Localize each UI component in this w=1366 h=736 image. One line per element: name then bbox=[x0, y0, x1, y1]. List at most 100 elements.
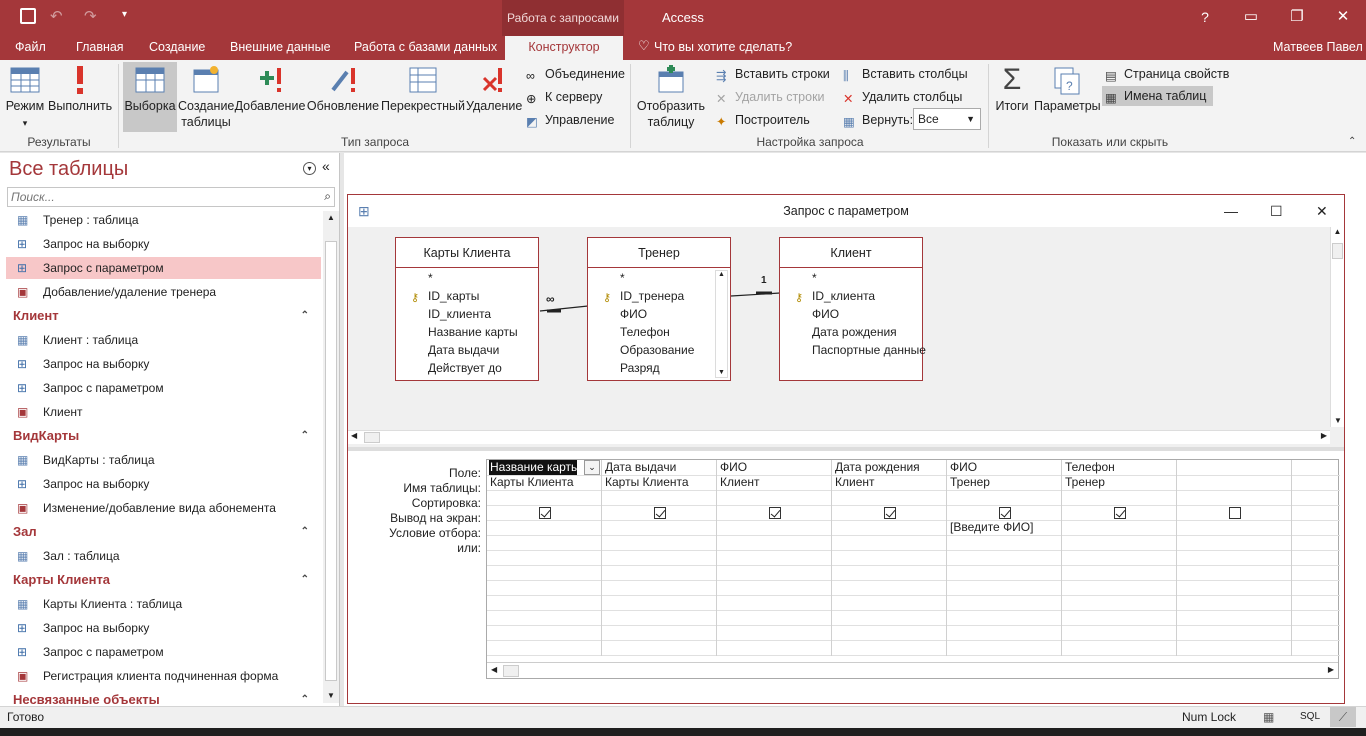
show-checkbox[interactable] bbox=[1114, 507, 1126, 519]
grid-criteria-cell[interactable] bbox=[602, 520, 717, 535]
pass-through-button[interactable]: ⊕ К серверу bbox=[526, 87, 602, 107]
show-checkbox[interactable] bbox=[999, 507, 1011, 519]
field-list-item[interactable]: * bbox=[588, 269, 730, 287]
field-list-item[interactable]: Образование bbox=[588, 341, 730, 359]
grid-or-cell[interactable] bbox=[1062, 535, 1177, 550]
grid-sort-cell[interactable] bbox=[1177, 490, 1292, 505]
collapse-group-icon[interactable]: ⌃ bbox=[301, 425, 309, 447]
scroll-up-icon[interactable]: ▲ bbox=[716, 271, 727, 278]
ribbon-display-icon[interactable]: ▭ bbox=[1228, 0, 1274, 36]
grid-table-cell[interactable]: Карты Клиента bbox=[487, 475, 602, 490]
grid-table-cell[interactable]: Тренер bbox=[1062, 475, 1177, 490]
field-list-item[interactable]: Паспортные данные bbox=[780, 341, 926, 359]
nav-group-header[interactable]: Клиент ⌃ bbox=[6, 305, 321, 327]
nav-title[interactable]: Все таблицы bbox=[9, 158, 128, 181]
field-list-item[interactable]: Действует до bbox=[396, 359, 538, 377]
field-list-item[interactable]: Телефон bbox=[588, 323, 730, 341]
datasheet-view-status-icon[interactable]: ▦ bbox=[1263, 707, 1274, 727]
grid-sort-cell[interactable] bbox=[832, 490, 947, 505]
show-checkbox[interactable] bbox=[539, 507, 551, 519]
nav-scrollbar[interactable]: ▲ ▼ bbox=[323, 211, 339, 703]
nav-item-table[interactable]: ▦ ВидКарты : таблица bbox=[6, 449, 321, 471]
sql-view-button[interactable]: SQL bbox=[1300, 707, 1320, 727]
scroll-right-icon[interactable]: ▶ bbox=[1328, 665, 1334, 674]
grid-sort-cell[interactable] bbox=[717, 490, 832, 505]
scroll-down-icon[interactable]: ▼ bbox=[323, 689, 339, 703]
maximize-icon[interactable]: ☐ bbox=[1270, 195, 1283, 227]
grid-field-cell[interactable]: Дата рождения bbox=[832, 460, 947, 475]
help-button[interactable]: ? bbox=[1182, 0, 1228, 36]
field-list-item[interactable]: ФИО bbox=[588, 305, 730, 323]
nav-item-query[interactable]: ⊞ Запрос на выборку bbox=[6, 353, 321, 375]
nav-item-query[interactable]: ⊞ Запрос на выборку bbox=[6, 233, 321, 255]
nav-item-form[interactable]: ▣ Регистрация клиента подчиненная форма bbox=[6, 665, 321, 687]
view-mode-button[interactable]: Режим ▾ bbox=[4, 64, 46, 132]
field-list-title[interactable]: Тренер bbox=[588, 238, 730, 268]
nav-item-form[interactable]: ▣ Добавление/удаление тренера bbox=[6, 281, 321, 303]
close-window-icon[interactable]: ✕ bbox=[1316, 195, 1328, 227]
grid-or-cell[interactable] bbox=[1177, 535, 1292, 550]
diagram-hscroll[interactable]: ◀ ▶ bbox=[348, 430, 1330, 444]
grid-or-cell[interactable] bbox=[717, 535, 832, 550]
field-list-title[interactable]: Клиент bbox=[780, 238, 922, 268]
grid-or-cell[interactable] bbox=[832, 535, 947, 550]
property-sheet-button[interactable]: ▤ Страница свойств bbox=[1105, 64, 1229, 84]
append-button[interactable]: Добавление bbox=[234, 64, 306, 132]
nav-item-query[interactable]: ⊞ Запрос с параметром bbox=[6, 377, 321, 399]
show-checkbox[interactable] bbox=[654, 507, 666, 519]
grid-field-cell[interactable]: ФИО bbox=[717, 460, 832, 475]
tab-file[interactable]: Файл bbox=[9, 36, 52, 60]
field-list-item[interactable]: ⚷ ID_клиента bbox=[780, 287, 922, 305]
redo-icon[interactable]: ↷ bbox=[84, 7, 97, 25]
nav-menu-icon[interactable]: ▾ bbox=[303, 162, 316, 175]
field-list-item[interactable]: ФИО bbox=[780, 305, 922, 323]
show-checkbox[interactable] bbox=[1229, 507, 1241, 519]
field-list-item[interactable]: ⚷ ID_карты bbox=[396, 287, 538, 305]
field-list-item[interactable]: * bbox=[780, 269, 922, 287]
data-definition-button[interactable]: ◩ Управление bbox=[526, 110, 615, 130]
grid-or-cell[interactable] bbox=[602, 535, 717, 550]
nav-item-query[interactable]: ⊞ Запрос с параметром bbox=[6, 641, 321, 663]
field-list-item[interactable]: ⚷ ID_тренера bbox=[588, 287, 730, 305]
grid-field-cell[interactable]: Дата выдачи bbox=[602, 460, 717, 475]
crosstab-button[interactable]: Перекрестный bbox=[380, 64, 466, 132]
grid-sort-cell[interactable] bbox=[1062, 490, 1177, 505]
grid-criteria-cell[interactable] bbox=[1062, 520, 1177, 535]
field-list-table[interactable]: Карты Клиента * ⚷ ID_карты ID_клиента Названи… bbox=[395, 237, 539, 381]
shutter-bar-icon[interactable]: « bbox=[322, 158, 330, 174]
scroll-up-icon[interactable]: ▲ bbox=[1331, 227, 1344, 236]
totals-button[interactable]: Σ Итоги bbox=[992, 64, 1032, 132]
close-icon[interactable]: ✕ bbox=[1320, 0, 1366, 36]
grid-column[interactable]: Дата рождения Клиент bbox=[832, 460, 947, 656]
collapse-group-icon[interactable]: ⌃ bbox=[301, 305, 309, 327]
grid-column[interactable]: ФИО Тренер [Введите ФИО] bbox=[947, 460, 1062, 656]
nav-scroll-thumb[interactable] bbox=[325, 241, 337, 681]
tab-design[interactable]: Конструктор bbox=[505, 36, 623, 60]
show-checkbox[interactable] bbox=[884, 507, 896, 519]
field-list-item[interactable]: Разряд bbox=[588, 359, 730, 377]
insert-columns-button[interactable]: ⫼ Вставить столбцы bbox=[843, 64, 968, 84]
tab-external-data[interactable]: Внешние данные bbox=[224, 36, 337, 60]
scroll-left-icon[interactable]: ◀ bbox=[351, 431, 357, 440]
design-view-status-icon[interactable]: ⟋ bbox=[1330, 707, 1356, 727]
grid-criteria-cell[interactable] bbox=[717, 520, 832, 535]
nav-item-form[interactable]: ▣ Изменение/добавление вида абонемента bbox=[6, 497, 321, 519]
nav-group-header[interactable]: Зал ⌃ bbox=[6, 521, 321, 543]
nav-search-input[interactable] bbox=[8, 188, 308, 206]
grid-hscroll-thumb[interactable] bbox=[503, 665, 519, 677]
nav-group-header[interactable]: ВидКарты ⌃ bbox=[6, 425, 321, 447]
nav-item-query[interactable]: ⊞ Запрос с параметром bbox=[6, 257, 321, 279]
grid-column[interactable]: ⌄ Название карты Карты Клиента bbox=[487, 460, 602, 656]
grid-sort-cell[interactable] bbox=[487, 490, 602, 505]
field-list-item[interactable]: Дата рождения bbox=[780, 323, 922, 341]
show-table-button[interactable]: Отобразить таблицу bbox=[636, 64, 706, 132]
delete-query-button[interactable]: Удаление bbox=[466, 64, 522, 132]
grid-column[interactable] bbox=[1177, 460, 1292, 656]
nav-item-form[interactable]: ▣ Клиент bbox=[6, 401, 321, 423]
grid-field-cell[interactable]: Телефон bbox=[1062, 460, 1177, 475]
table-names-button[interactable]: ▦ Имена таблиц bbox=[1102, 86, 1214, 106]
insert-rows-button[interactable]: ⇶ Вставить строки bbox=[716, 64, 830, 84]
field-list-item[interactable]: Дата выдачи bbox=[396, 341, 538, 359]
parameters-button[interactable]: ? Параметры bbox=[1034, 64, 1101, 132]
grid-sort-cell[interactable] bbox=[947, 490, 1062, 505]
